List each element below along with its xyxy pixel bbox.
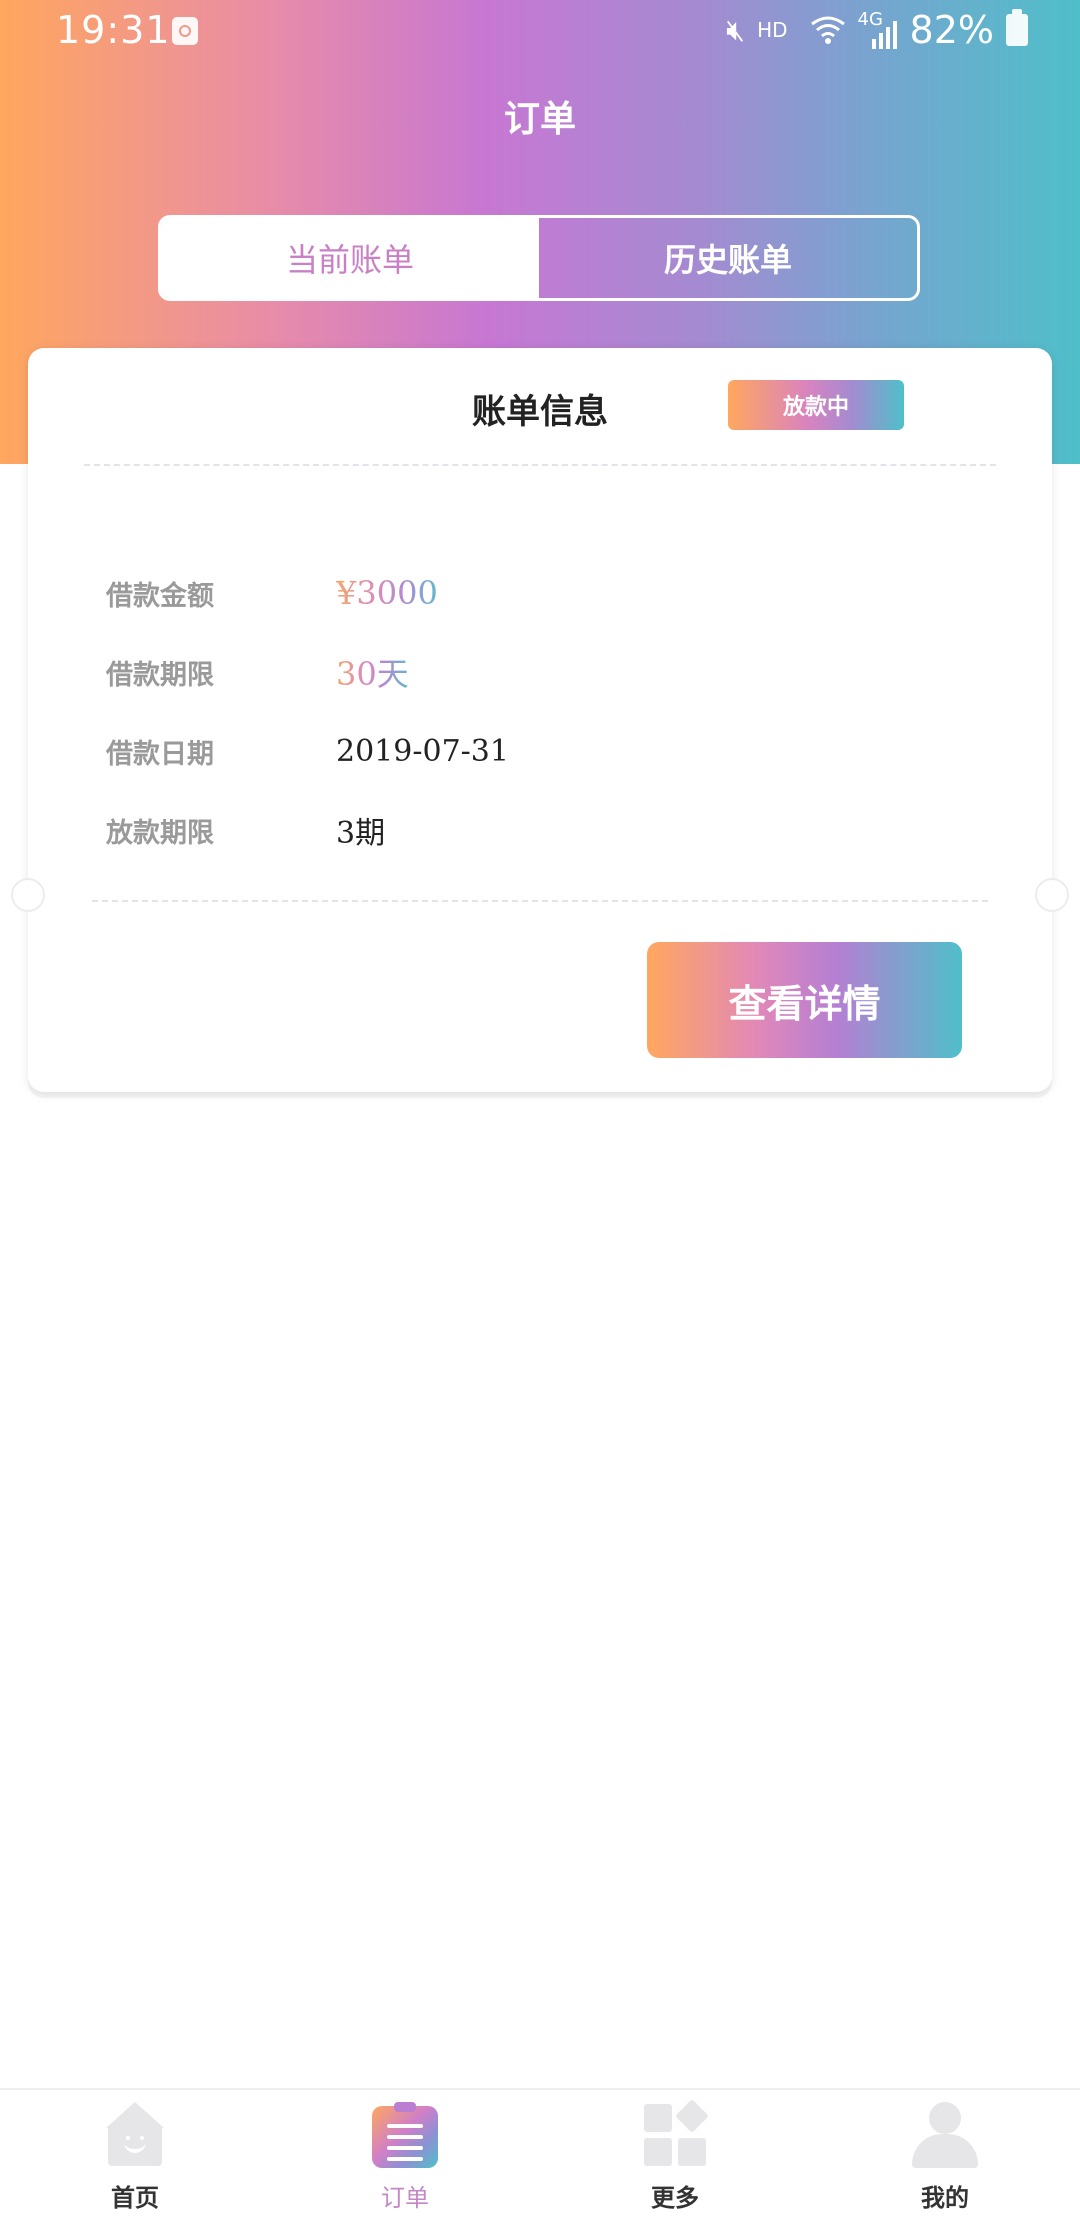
- status-badge: 放款中: [728, 380, 904, 430]
- signal-icon: 4G: [858, 9, 898, 49]
- more-icon: [642, 2099, 709, 2168]
- nav-label-more: 更多: [651, 2183, 699, 2212]
- info-row-term: 借款期限 30天: [106, 649, 409, 695]
- info-value-term: 30天: [336, 649, 409, 695]
- divider-top: [84, 464, 996, 466]
- tab-current-bill[interactable]: 当前账单: [161, 218, 539, 298]
- order-icon: [372, 2102, 438, 2168]
- status-right-group: 🔇︎ HD 4G 82%: [726, 8, 1028, 52]
- nav-item-home[interactable]: 首页: [0, 2090, 270, 2222]
- info-row-installments: 放款期限 3期: [106, 807, 385, 853]
- status-bar: 19:31 🔇︎ HD 4G 82%: [0, 0, 1080, 64]
- info-label: 借款期限: [106, 659, 214, 691]
- info-value-date: 2019-07-31: [336, 733, 509, 769]
- ticket-notch-left: [11, 878, 45, 912]
- battery-icon: [1006, 9, 1028, 46]
- mute-icon: 🔇︎: [726, 12, 746, 48]
- wifi-icon: [810, 16, 845, 44]
- nav-label-mine: 我的: [921, 2183, 969, 2212]
- nav-item-mine[interactable]: 我的: [810, 2090, 1080, 2222]
- info-row-date: 借款日期 2019-07-31: [106, 728, 509, 774]
- nav-label-order: 订单: [381, 2184, 429, 2212]
- status-time: 19:31: [56, 8, 171, 52]
- nav-item-more[interactable]: 更多: [540, 2090, 810, 2222]
- info-label: 借款日期: [106, 738, 214, 770]
- bill-card: 账单信息 放款中 借款金额 ¥3000 借款期限 30天 借款日期 2019-0…: [11, 348, 1069, 1092]
- info-label: 借款金额: [106, 580, 214, 612]
- hd-indicator: HD: [757, 18, 788, 42]
- info-value-installments: 3期: [336, 816, 386, 851]
- divider-bottom: [92, 900, 988, 902]
- tab-history-bill[interactable]: 历史账单: [539, 218, 917, 298]
- home-icon: [102, 2102, 168, 2168]
- page-title: 订单: [503, 98, 576, 140]
- nav-label-home: 首页: [111, 2183, 159, 2212]
- nav-item-order[interactable]: 订单: [270, 2090, 540, 2222]
- signal-bars: [871, 21, 897, 49]
- ticket-notch-right: [1035, 878, 1069, 912]
- info-label: 放款期限: [106, 817, 214, 849]
- bottom-nav: 首页 订单 更多 我的: [0, 2088, 1080, 2222]
- profile-icon: [912, 2102, 978, 2168]
- info-value-amount: ¥3000: [336, 574, 438, 612]
- view-details-button[interactable]: 查看详情: [647, 942, 962, 1058]
- notification-icon: [172, 17, 198, 45]
- battery-level: 82%: [909, 8, 994, 52]
- bill-tabs: 当前账单 历史账单: [158, 215, 920, 301]
- info-row-amount: 借款金额 ¥3000: [106, 570, 438, 616]
